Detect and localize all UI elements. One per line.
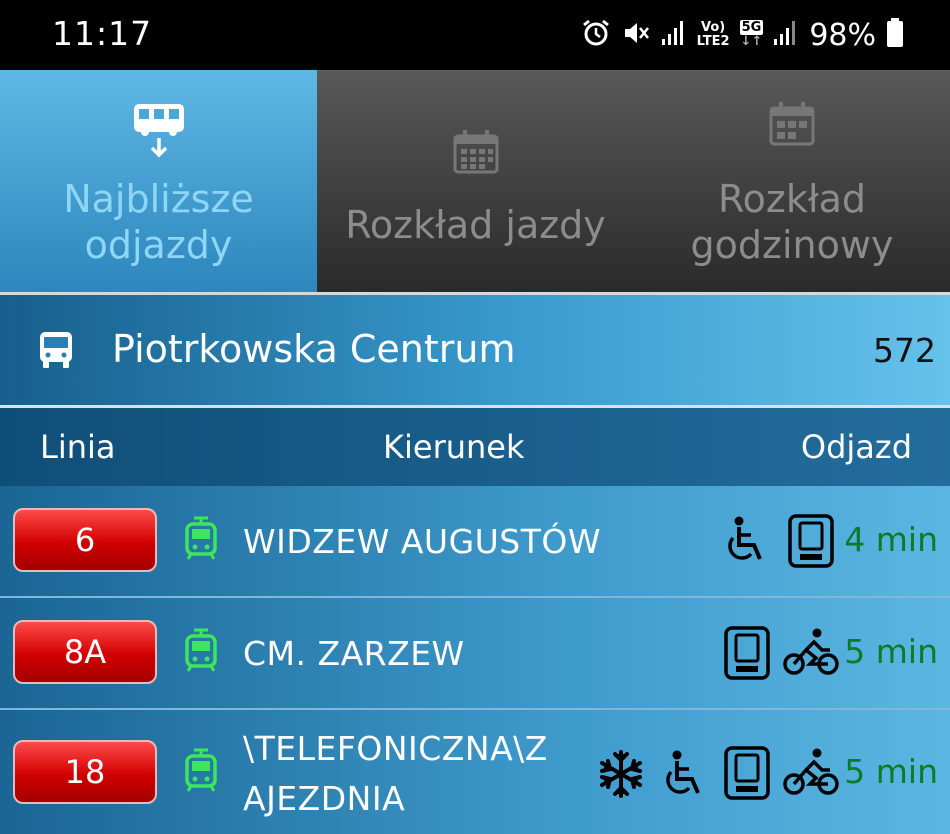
departure-row[interactable]: 6 WIDZEW AUGUSTÓW 4 min xyxy=(0,486,950,598)
direction: \TELEFONICZNA\Z AJEZDNIA xyxy=(243,727,548,821)
tram-icon xyxy=(184,748,218,796)
bus-departure-icon xyxy=(130,102,188,162)
signal-icon xyxy=(661,19,687,51)
status-bar: 11:17 Vo) LTE2 5G ↓↑ 98% xyxy=(0,0,950,70)
battery-icon xyxy=(886,18,904,52)
tram-icon xyxy=(184,628,218,676)
departure-time: 4 min xyxy=(844,520,938,559)
departure-time: 5 min xyxy=(844,752,938,791)
volte-top-text: Vo) xyxy=(701,20,726,35)
calendar-icon xyxy=(769,102,815,150)
tab-label: Rozkład godzinowy xyxy=(690,177,894,267)
wheelchair-icon xyxy=(722,516,770,570)
alarm-icon xyxy=(581,18,611,52)
tram-icon xyxy=(184,516,218,564)
direction: WIDZEW AUGUSTÓW xyxy=(243,522,602,561)
tab-label: Rozkład jazdy xyxy=(345,203,606,247)
network-5g-icon: 5G ↓↑ xyxy=(739,20,764,49)
status-icons: Vo) LTE2 5G ↓↑ 98% xyxy=(581,14,904,56)
departure-row[interactable]: 8A CM. ZARZEW 5 min xyxy=(0,598,950,710)
stop-header: Piotrkowska Centrum 572 xyxy=(0,295,950,405)
bicycle-icon xyxy=(783,748,839,800)
stop-number: 572 xyxy=(873,331,936,370)
tab-label: Najbliższe odjazdy xyxy=(63,177,254,267)
ticket-machine-icon xyxy=(788,514,834,572)
column-departure: Odjazd xyxy=(800,428,912,466)
wheelchair-icon xyxy=(660,750,708,804)
column-line: Linia xyxy=(40,428,116,466)
stop-name: Piotrkowska Centrum xyxy=(112,327,516,371)
status-time: 11:17 xyxy=(52,14,153,53)
line-badge[interactable]: 8A xyxy=(13,620,157,684)
bus-icon xyxy=(38,330,74,374)
battery-percent: 98% xyxy=(809,17,876,53)
calendar-icon xyxy=(453,130,499,178)
ticket-machine-icon xyxy=(724,746,770,804)
direction-line-2: AJEZDNIA xyxy=(243,779,406,818)
departure-time: 5 min xyxy=(844,632,938,671)
air-conditioning-icon xyxy=(597,750,645,802)
ticket-machine-icon xyxy=(724,626,770,684)
column-direction: Kierunek xyxy=(383,428,525,466)
column-header: Linia Kierunek Odjazd xyxy=(0,408,950,486)
tab-rozklad-jazdy[interactable]: Rozkład jazdy xyxy=(317,70,634,292)
signal-icon-2 xyxy=(773,19,799,51)
line-badge[interactable]: 18 xyxy=(13,740,157,804)
direction: CM. ZARZEW xyxy=(243,634,465,673)
line-badge[interactable]: 6 xyxy=(13,508,157,572)
tab-bar: Najbliższe odjazdy Rozkład jazdy Rozkład… xyxy=(0,70,950,292)
volte-bottom-text: LTE2 xyxy=(696,34,730,49)
tab-rozklad-godzinowy[interactable]: Rozkład godzinowy xyxy=(634,70,950,292)
bicycle-icon xyxy=(783,628,839,680)
direction-line-1: \TELEFONICZNA\Z xyxy=(243,729,548,768)
volte-icon: Vo) LTE2 xyxy=(697,21,730,49)
network-type-text: 5G xyxy=(739,20,764,35)
departure-row[interactable]: 18 \TELEFONICZNA\Z AJEZDNIA 5 min xyxy=(0,710,950,834)
tab-najblizsze-odjazdy[interactable]: Najbliższe odjazdy xyxy=(0,70,317,292)
mute-icon xyxy=(621,18,651,52)
